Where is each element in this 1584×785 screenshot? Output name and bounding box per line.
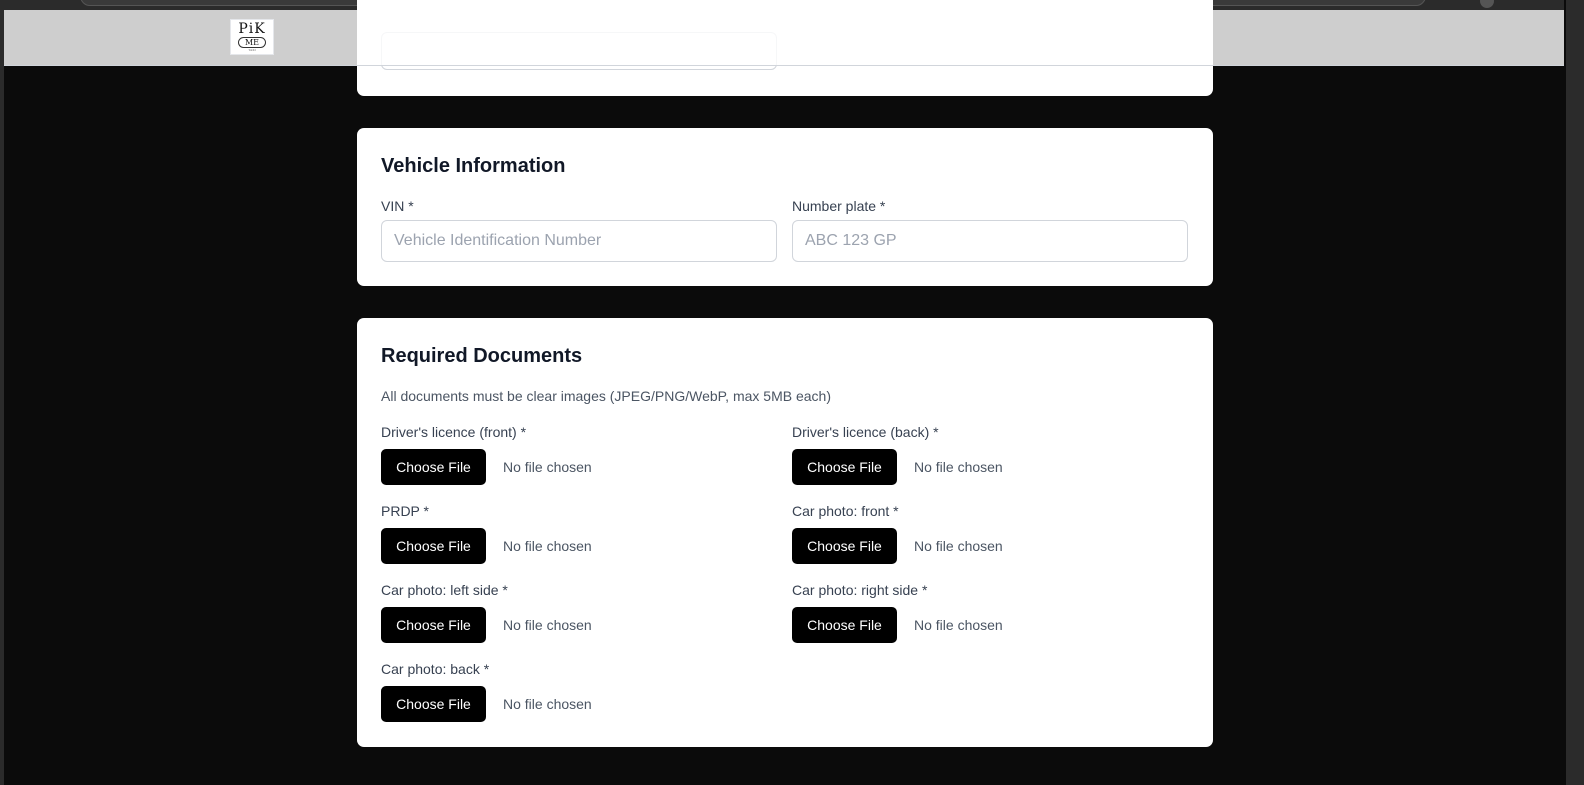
prdp-upload: Choose File No file chosen: [381, 528, 592, 564]
car-photo-front-status: No file chosen: [914, 538, 1003, 554]
car-photo-left-upload: Choose File No file chosen: [381, 607, 592, 643]
drivers-licence-back-upload: Choose File No file chosen: [792, 449, 1003, 485]
car-photo-back-upload: Choose File No file chosen: [381, 686, 592, 722]
prdp-choose-file-button[interactable]: Choose File: [381, 528, 486, 564]
car-photo-left-status: No file chosen: [503, 617, 592, 633]
vin-input[interactable]: [381, 220, 777, 262]
drivers-licence-front-label: Driver's licence (front) *: [381, 424, 527, 440]
car-photo-back-label: Car photo: back *: [381, 661, 490, 677]
drivers-licence-back-choose-file-button[interactable]: Choose File: [792, 449, 897, 485]
car-photo-front-label: Car photo: front *: [792, 503, 899, 519]
car-photo-front-upload: Choose File No file chosen: [792, 528, 1003, 564]
car-photo-right-upload: Choose File No file chosen: [792, 607, 1003, 643]
drivers-licence-back-status: No file chosen: [914, 459, 1003, 475]
pikme-logo[interactable]: PiK ME TAXI: [230, 19, 274, 55]
drivers-licence-front-upload: Choose File No file chosen: [381, 449, 592, 485]
logo-text: PiK: [238, 21, 266, 37]
drivers-licence-front-choose-file-button[interactable]: Choose File: [381, 449, 486, 485]
window-frame-gap: [1564, 0, 1566, 785]
vehicle-information-card: Vehicle Information VIN * Number plate *: [357, 128, 1213, 286]
documents-description: All documents must be clear images (JPEG…: [381, 388, 831, 404]
vehicle-section-title: Vehicle Information: [381, 155, 566, 177]
car-photo-front-choose-file-button[interactable]: Choose File: [792, 528, 897, 564]
car-photo-back-status: No file chosen: [503, 696, 592, 712]
car-photo-right-status: No file chosen: [914, 617, 1003, 633]
logo-tagline: TAXI: [248, 48, 256, 52]
car-photo-back-choose-file-button[interactable]: Choose File: [381, 686, 486, 722]
profile-icon[interactable]: [1480, 0, 1494, 8]
car-photo-left-label: Car photo: left side *: [381, 582, 508, 598]
drivers-licence-front-status: No file chosen: [503, 459, 592, 475]
number-plate-input[interactable]: [792, 220, 1188, 262]
prdp-label: PRDP *: [381, 503, 429, 519]
window-frame-right: [1566, 0, 1584, 785]
number-plate-label: Number plate *: [792, 198, 886, 214]
drivers-licence-back-label: Driver's licence (back) *: [792, 424, 939, 440]
car-photo-right-choose-file-button[interactable]: Choose File: [792, 607, 897, 643]
required-documents-card: Required Documents All documents must be…: [357, 318, 1213, 747]
car-photo-left-choose-file-button[interactable]: Choose File: [381, 607, 486, 643]
logo-subtext: ME: [237, 37, 267, 48]
vin-label: VIN *: [381, 198, 414, 214]
window-frame-left: [0, 0, 4, 785]
documents-section-title: Required Documents: [381, 345, 583, 367]
prdp-status: No file chosen: [503, 538, 592, 554]
top-header: PiK ME TAXI: [4, 10, 1564, 66]
car-photo-right-label: Car photo: right side *: [792, 582, 928, 598]
